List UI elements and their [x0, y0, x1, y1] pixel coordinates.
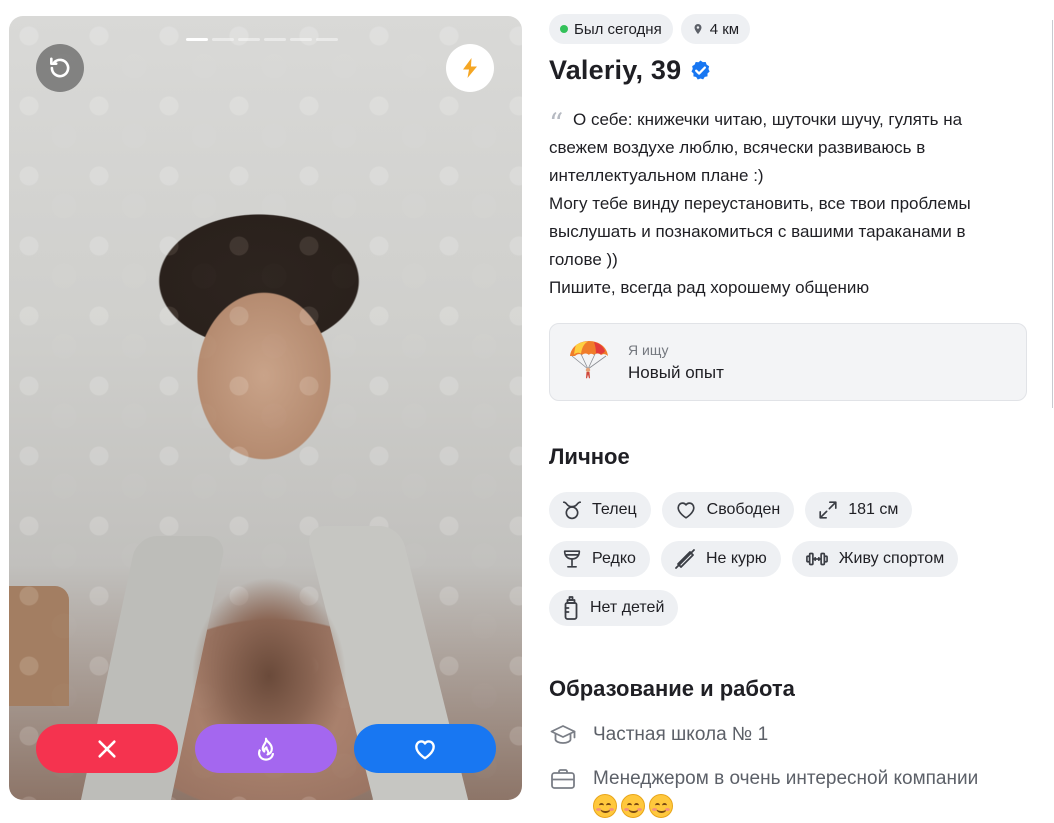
quote-icon: “ [549, 107, 564, 140]
chip-label: Редко [592, 550, 636, 567]
photo-indicator-dot[interactable] [212, 38, 234, 41]
chip-label: 181 см [848, 501, 899, 518]
wine-glass-icon [563, 550, 581, 568]
photo-indicator-dot[interactable] [316, 38, 338, 41]
expand-icon [819, 501, 837, 519]
undo-icon [50, 57, 70, 78]
smiling-face-icon [621, 794, 645, 818]
looking-for-text: Я ищу Новый опыт [628, 342, 724, 383]
profile-header: Valeriy, 39 [549, 55, 1029, 86]
about-text: голове )) [549, 250, 618, 269]
taurus-icon [562, 501, 582, 520]
distance-badge: 4 км [680, 14, 751, 44]
distance-label: 4 км [709, 20, 740, 38]
smiling-face-icon [649, 794, 673, 818]
heart-outline-icon [677, 502, 695, 519]
chip-smoking: Не курю [660, 541, 781, 577]
about-line: “ О себе: книжечки читаю, шуточки шучу, г… [549, 106, 1029, 140]
undo-button[interactable] [36, 44, 84, 92]
profile-name: Valeriy, 39 [549, 55, 682, 85]
emoji-row [593, 794, 978, 818]
education-label: Частная школа № 1 [593, 724, 769, 745]
scrollbar[interactable] [1052, 20, 1053, 408]
chip-label: Нет детей [590, 599, 665, 616]
chip-zodiac: Телец [549, 492, 651, 528]
parachute-icon [570, 341, 608, 379]
education-item: Частная школа № 1 [549, 722, 1029, 748]
about-text: Пишите, всегда рад хорошему общению [549, 278, 870, 297]
photo-progress-indicator [186, 38, 338, 41]
like-button[interactable] [354, 724, 496, 773]
dumbbell-icon [805, 552, 828, 566]
location-pin-icon [694, 24, 702, 34]
baby-bottle-icon [564, 596, 578, 620]
chip-alcohol: Редко [549, 541, 650, 577]
personal-section-title: Личное [549, 444, 630, 469]
about-text: выслушать и познакомиться с вашими тарак… [549, 222, 966, 241]
graduation-cap-icon [549, 722, 576, 746]
dislike-button[interactable] [36, 724, 178, 773]
about-section: “ О себе: книжечки читаю, шуточки шучу, г… [549, 106, 1029, 302]
work-label: Менеджером в очень интересной компании [593, 768, 979, 789]
profile-details: Был сегодня 4 км Valeriy, 39 “ О себе: кн… [549, 14, 1029, 818]
education-list: Частная школа № 1 Менеджером в очень инт… [549, 722, 1029, 818]
about-text: О себе: книжечки читаю, шуточки шучу, гу… [573, 110, 963, 129]
lightning-icon [463, 58, 477, 78]
photo-indicator-dot[interactable] [186, 38, 208, 41]
flame-icon [257, 737, 275, 761]
chip-relationship: Свободен [661, 492, 795, 528]
online-status-badge: Был сегодня [549, 14, 673, 44]
work-text: Менеджером в очень интересной компании [593, 766, 978, 818]
work-item: Менеджером в очень интересной компании [549, 766, 1029, 818]
superlike-button[interactable] [195, 724, 337, 773]
close-icon [98, 739, 116, 758]
looking-for-label: Я ищу [628, 341, 669, 358]
chip-label: Телец [592, 501, 637, 518]
chip-label: Свободен [706, 501, 781, 518]
online-dot-icon [560, 25, 568, 33]
heart-icon [415, 739, 435, 759]
education-section-title: Образование и работа [549, 676, 795, 701]
about-text: интеллектуальном плане :) [549, 166, 764, 185]
profile-photo[interactable] [9, 16, 522, 800]
about-text: Могу тебе винду переустановить, все твои… [549, 194, 971, 213]
no-smoking-icon [675, 549, 695, 569]
smiling-face-icon [593, 794, 617, 818]
verified-badge-icon [691, 60, 710, 80]
chip-label: Не курю [705, 550, 767, 567]
photo-indicator-dot[interactable] [290, 38, 312, 41]
briefcase-icon [549, 766, 576, 790]
swipe-actions [36, 724, 496, 773]
looking-for-value: Новый опыт [628, 362, 724, 382]
boost-button[interactable] [446, 44, 494, 92]
chip-sport: Живу спортом [791, 541, 959, 577]
chip-height: 181 см [805, 492, 913, 528]
looking-for-card: Я ищу Новый опыт [549, 323, 1027, 401]
status-row: Был сегодня 4 км [549, 14, 1029, 44]
photo-indicator-dot[interactable] [264, 38, 286, 41]
personal-chips: Телец Свободен 181 см Редко Не курю Живу… [549, 492, 1019, 626]
chip-label: Живу спортом [838, 550, 945, 567]
about-text: свежем воздухе люблю, всячески развиваюс… [549, 138, 926, 157]
online-status-label: Был сегодня [574, 20, 662, 38]
chip-children: Нет детей [549, 590, 679, 626]
photo-indicator-dot[interactable] [238, 38, 260, 41]
